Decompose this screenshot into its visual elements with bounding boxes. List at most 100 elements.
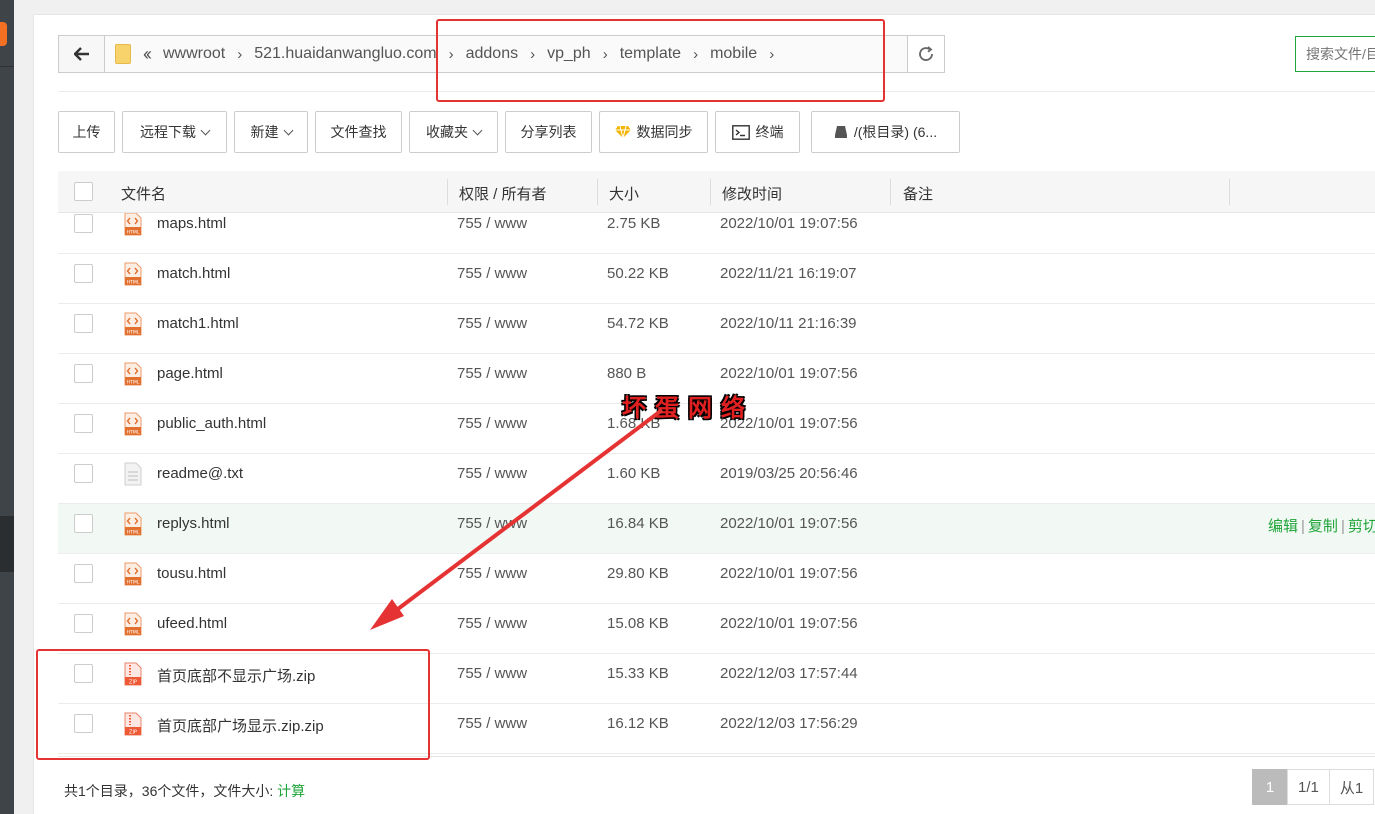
favorites-button[interactable]: 收藏夹 [409, 111, 498, 153]
breadcrumb-item[interactable]: mobile [710, 45, 757, 63]
txt-file-icon [124, 462, 142, 486]
file-name[interactable]: tousu.html [157, 565, 226, 582]
file-name[interactable]: public_auth.html [157, 415, 266, 432]
chevron-right-icon[interactable]: › [693, 46, 698, 63]
row-checkbox[interactable] [74, 314, 93, 333]
row-checkbox[interactable] [74, 364, 93, 383]
new-button[interactable]: 新建 [234, 111, 308, 153]
breadcrumb: ‹‹ wwwroot › 521.huaidanwangluo.com › addons… [105, 36, 907, 72]
refresh-button[interactable] [907, 36, 944, 72]
row-checkbox[interactable] [74, 514, 93, 533]
file-permission[interactable]: 755 / www [457, 515, 527, 532]
table-row[interactable]: HTML match1.html 755 / www 54.72 KB 2022/10/… [58, 304, 1375, 354]
chevron-right-icon[interactable]: › [603, 46, 608, 63]
file-name[interactable]: ufeed.html [157, 615, 227, 632]
table-row[interactable]: HTML match.html 755 / www 50.22 KB 2022/11/2… [58, 254, 1375, 304]
breadcrumb-item[interactable]: wwwroot [163, 45, 225, 63]
file-permission[interactable]: 755 / www [457, 615, 527, 632]
page-jump[interactable]: 从1 [1328, 769, 1375, 805]
file-permission[interactable]: 755 / www [457, 465, 527, 482]
refresh-icon [919, 46, 933, 61]
file-permission[interactable]: 755 / www [457, 565, 527, 582]
svg-text:HTML: HTML [127, 630, 140, 636]
chevron-right-icon[interactable]: › [769, 46, 774, 63]
html-file-icon: HTML [124, 562, 142, 586]
file-name[interactable]: replys.html [157, 515, 230, 532]
table-row[interactable]: HTML replys.html 755 / www 16.84 KB 2022/10/… [58, 504, 1375, 554]
chevron-right-icon[interactable]: › [530, 46, 535, 63]
breadcrumb-item[interactable]: vp_ph [547, 45, 591, 63]
data-sync-button[interactable]: 数据同步 [599, 111, 708, 153]
file-name[interactable]: match1.html [157, 315, 239, 332]
file-size: 54.72 KB [607, 315, 669, 332]
toolbar: 上传 远程下载 新建 文件查找 收藏夹 分享列表 数据同步 终端 /(根目录) … [58, 111, 967, 153]
file-permission[interactable]: 755 / www [457, 365, 527, 382]
header-perm[interactable]: 权限 / 所有者 [459, 183, 547, 204]
html-file-icon: HTML [124, 312, 142, 336]
file-name[interactable]: readme@.txt [157, 465, 243, 482]
table-row[interactable]: ZIP 首页底部不显示广场.zip 755 / www 15.33 KB 2022/12… [58, 654, 1375, 704]
file-name[interactable]: maps.html [157, 215, 226, 232]
disk-icon [834, 125, 848, 139]
row-checkbox[interactable] [74, 214, 93, 233]
html-file-icon: HTML [124, 262, 142, 286]
disk-selector-button[interactable]: /(根目录) (6... [811, 111, 960, 153]
breadcrumb-item[interactable]: template [620, 45, 681, 63]
file-permission[interactable]: 755 / www [457, 315, 527, 332]
row-checkbox[interactable] [74, 664, 93, 683]
row-action-1[interactable]: 复制 [1308, 518, 1338, 535]
path-bar: ‹‹ wwwroot › 521.huaidanwangluo.com › addons… [58, 35, 945, 73]
row-checkbox[interactable] [74, 614, 93, 633]
file-mtime: 2019/03/25 20:56:46 [720, 465, 858, 482]
watermark: 坏蛋网络 [622, 394, 754, 422]
row-checkbox[interactable] [74, 714, 93, 733]
table-row[interactable]: HTML ufeed.html 755 / www 15.08 KB 2022/10/0… [58, 604, 1375, 654]
row-checkbox[interactable] [74, 264, 93, 283]
breadcrumb-item[interactable]: addons [466, 45, 519, 63]
page-current[interactable]: 1 [1252, 769, 1288, 805]
row-checkbox[interactable] [74, 414, 93, 433]
svg-text:ZIP: ZIP [129, 730, 137, 736]
header-size[interactable]: 大小 [609, 183, 639, 204]
file-size: 50.22 KB [607, 265, 669, 282]
row-checkbox[interactable] [74, 564, 93, 583]
row-checkbox[interactable] [74, 464, 93, 483]
file-name[interactable]: match.html [157, 265, 230, 282]
file-name[interactable]: 首页底部广场显示.zip.zip [157, 715, 324, 736]
chevron-right-icon[interactable]: › [449, 46, 454, 63]
file-size: 16.84 KB [607, 515, 669, 532]
file-permission[interactable]: 755 / www [457, 715, 527, 732]
file-permission[interactable]: 755 / www [457, 665, 527, 682]
search-input[interactable] [1295, 36, 1375, 72]
back-button[interactable] [59, 36, 105, 72]
table-row[interactable]: readme@.txt 755 / www 1.60 KB 2019/03/25 20… [58, 454, 1375, 504]
file-size: 1.60 KB [607, 465, 661, 482]
html-file-icon: HTML [124, 213, 142, 236]
left-sidebar-rail [0, 0, 14, 814]
file-permission[interactable]: 755 / www [457, 415, 527, 432]
header-name[interactable]: 文件名 [121, 183, 166, 204]
file-search-button[interactable]: 文件查找 [315, 111, 402, 153]
breadcrumb-item[interactable]: 521.huaidanwangluo.com [254, 45, 436, 63]
file-size: 15.33 KB [607, 665, 669, 682]
upload-button[interactable]: 上传 [58, 111, 115, 153]
row-action-0[interactable]: 编辑 [1268, 518, 1298, 535]
file-name[interactable]: 首页底部不显示广场.zip [157, 665, 315, 686]
calculate-size-link[interactable]: 计算 [277, 783, 305, 799]
file-permission[interactable]: 755 / www [457, 265, 527, 282]
header-remark: 备注 [903, 186, 934, 203]
file-name[interactable]: page.html [157, 365, 223, 382]
header-mtime[interactable]: 修改时间 [722, 183, 782, 204]
table-row[interactable]: HTML maps.html 755 / www 2.75 KB 2022/10/01 … [58, 213, 1375, 254]
row-action-2[interactable]: 剪切 [1348, 518, 1375, 535]
chevron-right-icon[interactable]: › [237, 46, 242, 63]
table-row[interactable]: HTML tousu.html 755 / www 29.80 KB 2022/10/0… [58, 554, 1375, 604]
file-permission[interactable]: 755 / www [457, 215, 527, 232]
share-list-button[interactable]: 分享列表 [505, 111, 592, 153]
chevron-double-left-icon[interactable]: ‹‹ [143, 44, 152, 65]
remote-download-button[interactable]: 远程下载 [122, 111, 227, 153]
column-divider [890, 179, 891, 205]
terminal-button[interactable]: 终端 [715, 111, 800, 153]
select-all-checkbox[interactable] [74, 182, 93, 201]
table-row[interactable]: ZIP 首页底部广场显示.zip.zip 755 / www 16.12 KB 2022… [58, 704, 1375, 754]
